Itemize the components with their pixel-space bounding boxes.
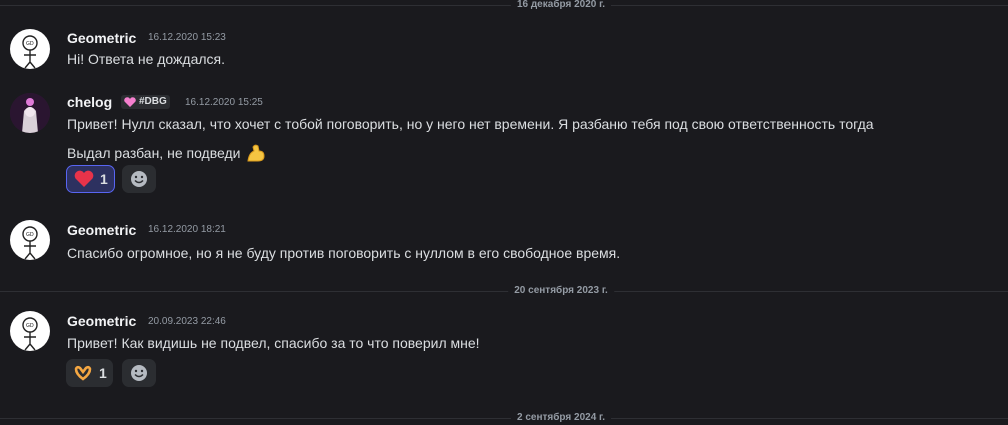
avatar[interactable]: GD [10, 29, 50, 69]
stick-figure-icon: GD [22, 226, 38, 260]
timestamp: 16.12.2020 15:25 [185, 97, 263, 108]
server-tag-label: #DBG [139, 96, 167, 107]
stick-figure-icon: GD [22, 317, 38, 351]
heart-icon [124, 96, 136, 107]
avatar[interactable]: GD [10, 220, 50, 260]
stick-figure-icon: GD [22, 35, 38, 69]
username[interactable]: Geometric [67, 312, 136, 330]
timestamp: 16.12.2020 15:23 [148, 32, 226, 43]
reaction-count: 1 [99, 365, 107, 381]
flexed-biceps-icon [247, 144, 265, 162]
timestamp: 20.09.2023 22:46 [148, 316, 226, 327]
reaction-count: 1 [100, 171, 108, 187]
date-divider-label: 20 сентября 2023 г. [508, 284, 614, 298]
smile-icon [131, 171, 147, 187]
svg-text:GD: GD [26, 41, 34, 47]
timestamp: 16.12.2020 18:21 [148, 224, 226, 235]
date-divider-label: 16 декабря 2020 г. [510, 0, 612, 12]
username[interactable]: chelog [67, 93, 112, 111]
svg-text:GD: GD [26, 323, 34, 329]
reaction-heart[interactable]: 1 [66, 165, 115, 193]
avatar[interactable] [10, 93, 50, 133]
reaction-heart-hands[interactable]: 1 [66, 359, 113, 387]
avatar-image-icon [10, 93, 50, 133]
date-divider: 20 сентября 2023 г. [0, 284, 1008, 298]
date-divider: 16 декабря 2020 г. [0, 0, 1008, 12]
message-text-line: Выдал разбан, не подведи [67, 145, 241, 161]
heart-icon [74, 170, 94, 187]
add-reaction-button[interactable] [122, 165, 156, 193]
server-tag-badge[interactable]: #DBG [121, 95, 170, 109]
username[interactable]: Geometric [67, 29, 136, 47]
message-text: Выдал разбан, не подведи [67, 142, 267, 164]
message-text: Спасибо огромное, но я не буду против по… [67, 245, 621, 261]
smile-icon [131, 365, 147, 381]
avatar[interactable]: GD [10, 311, 50, 351]
date-divider-label: 2 сентября 2024 г. [511, 411, 611, 425]
add-reaction-button[interactable] [122, 359, 156, 387]
heart-hands-icon [74, 365, 92, 381]
message-text: Привет! Как видишь не подвел, спасибо за… [67, 335, 480, 351]
message-text: Hi! Ответа не дождался. [67, 51, 225, 67]
date-divider: 2 сентября 2024 г. [0, 411, 1008, 425]
message-text: Привет! Нулл сказал, что хочет с тобой п… [67, 116, 874, 132]
username[interactable]: Geometric [67, 221, 136, 239]
svg-text:GD: GD [26, 232, 34, 238]
